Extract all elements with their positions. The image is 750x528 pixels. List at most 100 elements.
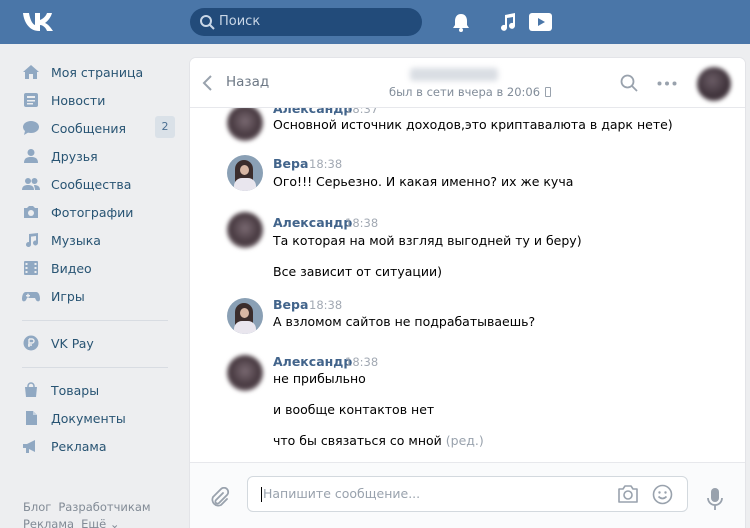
menu-divider <box>22 320 168 321</box>
avatar-face <box>240 165 249 175</box>
message-text: А взломом сайтов не подрабатываешь? <box>273 314 536 329</box>
peer-status: был в сети вчера в 20:06 <box>389 85 552 99</box>
sidebar-item-label: Документы <box>51 411 126 426</box>
sidebar-item-groups[interactable]: Сообщества <box>22 170 177 198</box>
footer-link-more[interactable]: Ещё ⌄ <box>81 517 119 528</box>
message-text: и вообще контактов нет <box>273 402 435 417</box>
more-icon[interactable] <box>657 81 677 86</box>
avatar[interactable] <box>227 212 263 248</box>
sidebar-item-label: Сообщения <box>51 121 127 136</box>
search-icon[interactable] <box>620 74 638 92</box>
message-time: 18:38 <box>309 157 343 171</box>
sidebar-item-my-page[interactable]: Моя страница <box>22 58 177 86</box>
paperclip-icon[interactable] <box>208 487 230 509</box>
footer-link-ads[interactable]: Реклама <box>23 517 74 528</box>
search-placeholder: Поиск <box>219 14 261 29</box>
music-icon[interactable] <box>497 11 519 33</box>
message-author[interactable]: Александр <box>273 215 352 230</box>
sidebar-item-music[interactable]: Музыка <box>22 226 177 254</box>
message-composer: Напишите сообщение... <box>190 462 745 528</box>
message-text: Все зависит от ситуации) <box>273 264 443 279</box>
message-input[interactable]: Напишите сообщение... <box>247 476 688 512</box>
sidebar-item-documents[interactable]: Документы <box>22 404 177 432</box>
avatar-shirt <box>234 178 256 191</box>
sidebar-item-messages[interactable]: Сообщения 2 <box>22 114 177 142</box>
chevron-left-icon <box>202 75 212 91</box>
sidebar-item-friends[interactable]: Друзья <box>22 142 177 170</box>
unread-count-badge: 2 <box>155 116 175 138</box>
sidebar-item-video[interactable]: Видео <box>22 254 177 282</box>
avatar[interactable] <box>227 298 263 334</box>
message-text-content: что бы связаться со мной <box>273 433 442 448</box>
friend-icon <box>24 149 38 163</box>
message-time: 18:38 <box>345 216 379 230</box>
mobile-icon <box>545 87 552 97</box>
emoji-icon[interactable] <box>652 484 673 505</box>
video-play-icon[interactable] <box>528 11 553 33</box>
ruble-icon <box>23 335 39 351</box>
sidebar-item-label: Новости <box>51 93 106 108</box>
camera-icon <box>24 206 38 218</box>
message-text: Та которая на мой взгляд выгодней ту и б… <box>273 233 582 248</box>
message-author[interactable]: Александр <box>273 108 352 116</box>
avatar[interactable] <box>227 155 263 191</box>
microphone-icon[interactable] <box>706 487 724 511</box>
search-icon <box>200 15 215 30</box>
footer-link-blog[interactable]: Блог <box>23 500 51 514</box>
avatar[interactable] <box>227 355 263 391</box>
left-menu: Моя страница Новости Сообщения 2 Друзья … <box>22 58 177 460</box>
peer-status-text: был в сети вчера в 20:06 <box>389 85 541 99</box>
sidebar-item-label: Сообщества <box>51 177 132 192</box>
sidebar-item-label: Моя страница <box>51 65 144 80</box>
message-text: Ого!!! Серьезно. И какая именно? их же к… <box>273 174 574 189</box>
messages-icon <box>23 121 39 135</box>
avatar-face <box>240 308 249 318</box>
peer-name-blurred[interactable] <box>410 68 498 81</box>
avatar[interactable] <box>227 108 263 141</box>
document-icon <box>26 411 37 425</box>
sidebar-item-photos[interactable]: Фотографии <box>22 198 177 226</box>
message-author[interactable]: Александр <box>273 354 352 369</box>
sidebar-item-label: VK Pay <box>51 336 94 351</box>
sidebar-item-label: Видео <box>51 261 92 276</box>
sidebar-item-label: Товары <box>51 383 100 398</box>
gamepad-icon <box>22 292 40 302</box>
news-icon <box>24 93 38 107</box>
chat-panel: Назад был в сети вчера в 20:06 Александр… <box>190 58 745 528</box>
text-cursor <box>261 487 262 502</box>
sidebar-item-goods[interactable]: Товары <box>22 376 177 404</box>
bell-icon[interactable] <box>450 11 472 33</box>
footer-links: Блог Разработчикам Реклама Ещё ⌄ <box>23 499 173 528</box>
footer-link-developers[interactable]: Разработчикам <box>58 500 150 514</box>
sidebar-item-ads[interactable]: Реклама <box>22 432 177 460</box>
message-author[interactable]: Вера <box>273 297 308 312</box>
sidebar-item-label: Фотографии <box>51 205 134 220</box>
peer-avatar[interactable] <box>697 67 731 101</box>
message-author[interactable]: Вера <box>273 156 308 171</box>
home-icon <box>23 65 39 79</box>
music-note-icon <box>26 233 38 248</box>
megaphone-icon <box>23 440 35 453</box>
chat-header: Назад был в сети вчера в 20:06 <box>190 58 745 108</box>
message-history: Александр 18:37 Основной источник доходо… <box>190 108 745 462</box>
camera-icon[interactable] <box>617 485 639 503</box>
sidebar-item-label: Реклама <box>51 439 107 454</box>
back-label: Назад <box>226 74 270 90</box>
message-text: что бы связаться со мной (ред.) <box>273 433 484 448</box>
groups-icon <box>22 178 40 190</box>
message-time: 18:37 <box>345 108 379 116</box>
video-film-icon <box>24 261 38 275</box>
sidebar-item-vk-pay[interactable]: VK Pay <box>22 329 177 357</box>
sidebar-item-label: Игры <box>51 289 85 304</box>
search-input[interactable]: Поиск <box>190 8 422 36</box>
shopping-bag-icon <box>25 382 37 397</box>
sidebar-item-news[interactable]: Новости <box>22 86 177 114</box>
sidebar-item-games[interactable]: Игры <box>22 282 177 310</box>
menu-divider <box>22 367 168 368</box>
message-text: не прибыльно <box>273 371 366 386</box>
vk-logo[interactable] <box>22 10 58 34</box>
edited-label[interactable]: (ред.) <box>446 433 484 448</box>
top-bar: Поиск <box>0 0 750 44</box>
message-placeholder: Напишите сообщение... <box>263 486 421 501</box>
sidebar-item-label: Друзья <box>51 149 98 164</box>
